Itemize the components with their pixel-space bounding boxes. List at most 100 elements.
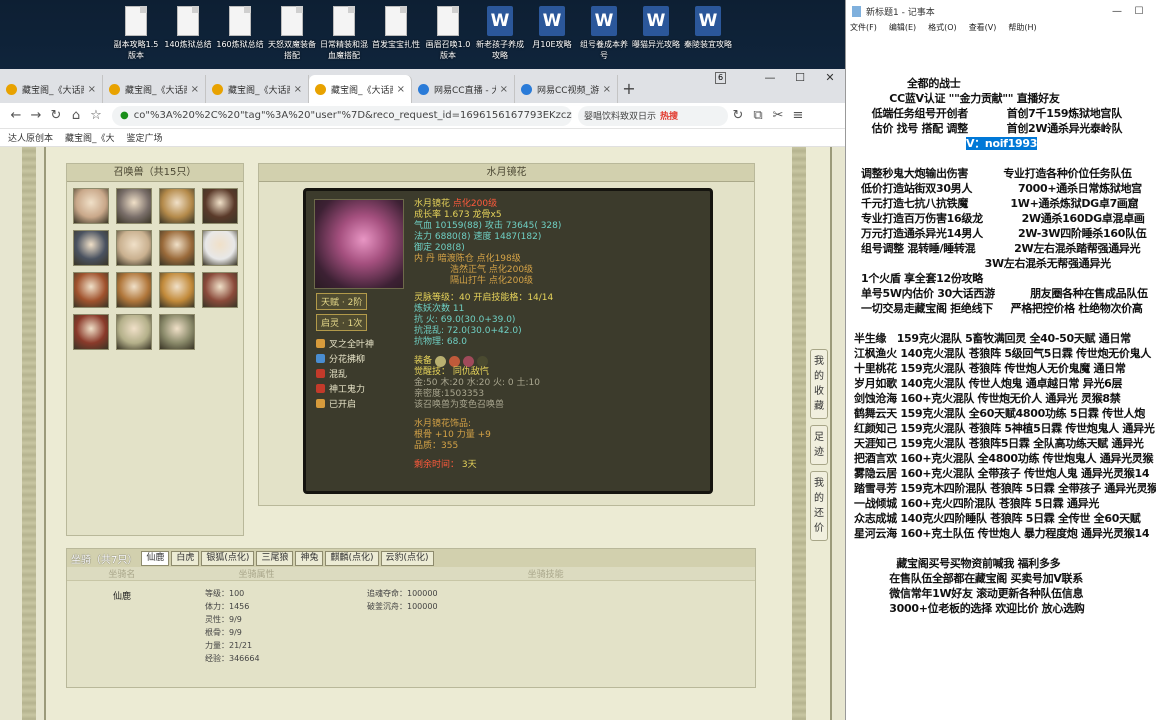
desktop-icon[interactable]: W 曝猫异光攻略	[630, 0, 682, 68]
cut-icon[interactable]: ✂	[768, 108, 788, 123]
browser-tab[interactable]: 网易CC视频_游戏 ×	[515, 75, 618, 103]
pet-avatar[interactable]	[116, 272, 152, 308]
equip-label: 装备	[414, 356, 433, 366]
maximize-icon[interactable]: ☐	[1128, 6, 1150, 17]
tab-count-badge[interactable]: 6	[715, 72, 727, 84]
secure-lock-icon: ●	[120, 110, 129, 121]
notepad-menu-item[interactable]: 编辑(E)	[889, 22, 916, 36]
notepad-icon	[852, 5, 861, 17]
back-icon[interactable]: ←	[6, 108, 26, 123]
side-button-label: 我的收藏	[814, 356, 824, 412]
new-tab-button[interactable]: +	[618, 75, 640, 103]
remain-time: 剩余时间： 3天	[414, 460, 709, 471]
equip-icon[interactable]	[449, 356, 461, 367]
tab-favicon-icon	[109, 83, 120, 95]
mount-tab[interactable]: 白虎	[171, 550, 200, 566]
browser-tab[interactable]: 藏宝阁_《大话西 ×	[0, 75, 103, 103]
tab-close-icon[interactable]: ×	[603, 84, 611, 95]
notepad-menu-item[interactable]: 文件(F)	[850, 22, 877, 36]
search-text: 婴唱饮料致双日示	[584, 112, 657, 122]
side-button[interactable]: 我的收藏	[810, 349, 828, 419]
mount-tab[interactable]: 云豹(点化)	[380, 550, 434, 566]
notepad-line: 红颜知己 159克火混队 苍狼阵 5神植5日霖 传世炮鬼人 通异光	[854, 422, 1155, 435]
pet-convert: 该召唤兽为变色召唤兽	[414, 400, 505, 410]
browser-tab[interactable]: 藏宝阁_《大话西 ×	[103, 75, 206, 103]
pet-avatar[interactable]	[159, 272, 195, 308]
equip-icon[interactable]	[463, 356, 475, 367]
notepad-menu-item[interactable]: 帮助(H)	[1008, 22, 1036, 36]
notepad-line: 低价打造站街双30男人 7000+通杀日常炼狱地宫	[854, 182, 1142, 195]
mount-tab[interactable]: 三尾狼	[256, 550, 294, 566]
desktop-icon[interactable]: W 组号養成本养号	[578, 0, 630, 68]
forward-icon[interactable]: →	[26, 108, 46, 123]
bookmark-item[interactable]: 藏宝阁_《大	[65, 131, 115, 144]
menu-icon[interactable]: ≡	[788, 108, 808, 123]
star-icon[interactable]: ☆	[86, 108, 106, 123]
pet-avatar[interactable]	[73, 188, 109, 224]
desktop-icon[interactable]: 首发宝宝扎性	[370, 0, 422, 68]
tab-close-icon[interactable]: ×	[500, 84, 508, 95]
refresh-icon[interactable]: ↻	[46, 108, 66, 123]
browser-tab[interactable]: 网易CC直播 - 大 ×	[412, 75, 515, 103]
pet-avatar[interactable]	[159, 188, 195, 224]
pet-avatar[interactable]	[116, 188, 152, 224]
pet-skill[interactable]: 叉之全叶神	[316, 337, 404, 350]
mount-skill: 破釜沉舟：100000	[367, 602, 438, 611]
address-bar[interactable]: ● co"%3A%20%2C%20"tag"%3A%20"user"%7D&re…	[112, 105, 572, 126]
desktop-icon[interactable]: W 月10E攻略	[526, 0, 578, 68]
mount-tab[interactable]: 仙鹿	[141, 550, 170, 566]
tab-close-icon[interactable]: ×	[88, 84, 96, 95]
desktop-icon[interactable]: 副本攻略1.5版本	[110, 0, 162, 68]
bookmark-item[interactable]: 达人原创本	[8, 131, 53, 144]
tab-close-icon[interactable]: ×	[191, 84, 199, 95]
pet-avatar[interactable]	[202, 230, 238, 266]
desktop-icon[interactable]: W 新老孩子养成攻略	[474, 0, 526, 68]
pet-skill[interactable]: 已开启	[316, 397, 404, 410]
tools-icon[interactable]: ⧉	[748, 108, 768, 123]
desktop-icon[interactable]: 日常精装和混血魔搭配	[318, 0, 370, 68]
notepad-text[interactable]: 全都的战士 CC蓝V认证 ""金力贡献"" 直播好友 低端任务组号开创者 首创7…	[846, 36, 1156, 646]
bookmark-item[interactable]: 鉴定广场	[127, 131, 163, 144]
pet-avatar[interactable]	[73, 272, 109, 308]
side-button[interactable]: 足迹	[810, 425, 828, 465]
pet-spirit: 灵脉等级：40 开启技能格：14/14	[414, 293, 554, 303]
mount-tab[interactable]: 麒麟(点化)	[325, 550, 379, 566]
pet-avatar[interactable]	[202, 188, 238, 224]
pet-avatar[interactable]	[73, 314, 109, 350]
search-box[interactable]: 婴唱饮料致双日示 热搜	[578, 105, 728, 126]
pet-avatar[interactable]	[202, 272, 238, 308]
browser-tab[interactable]: 藏宝阁_《大话西 ×	[206, 75, 309, 103]
tab-close-icon[interactable]: ×	[397, 84, 405, 95]
side-button[interactable]: 我的还价	[810, 471, 828, 541]
desktop-icon[interactable]: 160炼狱总结	[214, 0, 266, 68]
notepad-line: 全都的战士	[854, 77, 961, 90]
extension-icon[interactable]: ↻	[728, 108, 748, 123]
notepad-menu-item[interactable]: 格式(O)	[928, 22, 957, 36]
notepad-menu-item[interactable]: 查看(V)	[969, 22, 997, 36]
minimize-icon[interactable]: —	[1106, 6, 1128, 17]
equip-icon[interactable]	[477, 356, 489, 367]
pet-avatar[interactable]	[116, 230, 152, 266]
pet-avatar[interactable]	[159, 314, 195, 350]
pet-avatar[interactable]	[73, 230, 109, 266]
mount-tab[interactable]: 银狐(点化)	[201, 550, 255, 566]
desktop-icon[interactable]: 140炼狱总结	[162, 0, 214, 68]
ornament-quality: 品质：355	[414, 441, 459, 451]
desktop-icon[interactable]: W 秦陵装宜攻略	[682, 0, 734, 68]
home-icon[interactable]: ⌂	[66, 108, 86, 123]
minimize-icon[interactable]: —	[755, 69, 785, 87]
pet-skill[interactable]: 混乱	[316, 367, 404, 380]
desktop-icon[interactable]: 画眉召唤1.0版本	[422, 0, 474, 68]
equip-icon[interactable]	[435, 356, 447, 367]
pet-skill[interactable]: 分花拂柳	[316, 352, 404, 365]
desktop-icon[interactable]: 天怒双魔装备搭配	[266, 0, 318, 68]
text-file-icon	[281, 6, 303, 36]
maximize-icon[interactable]: ☐	[785, 69, 815, 87]
pet-avatar[interactable]	[116, 314, 152, 350]
close-icon[interactable]: ✕	[815, 69, 845, 87]
pet-skill[interactable]: 神工鬼力	[316, 382, 404, 395]
mount-tab[interactable]: 神兔	[295, 550, 324, 566]
pet-avatar[interactable]	[159, 230, 195, 266]
browser-tab[interactable]: 藏宝阁_《大话西 ×	[309, 75, 412, 103]
tab-close-icon[interactable]: ×	[294, 84, 302, 95]
